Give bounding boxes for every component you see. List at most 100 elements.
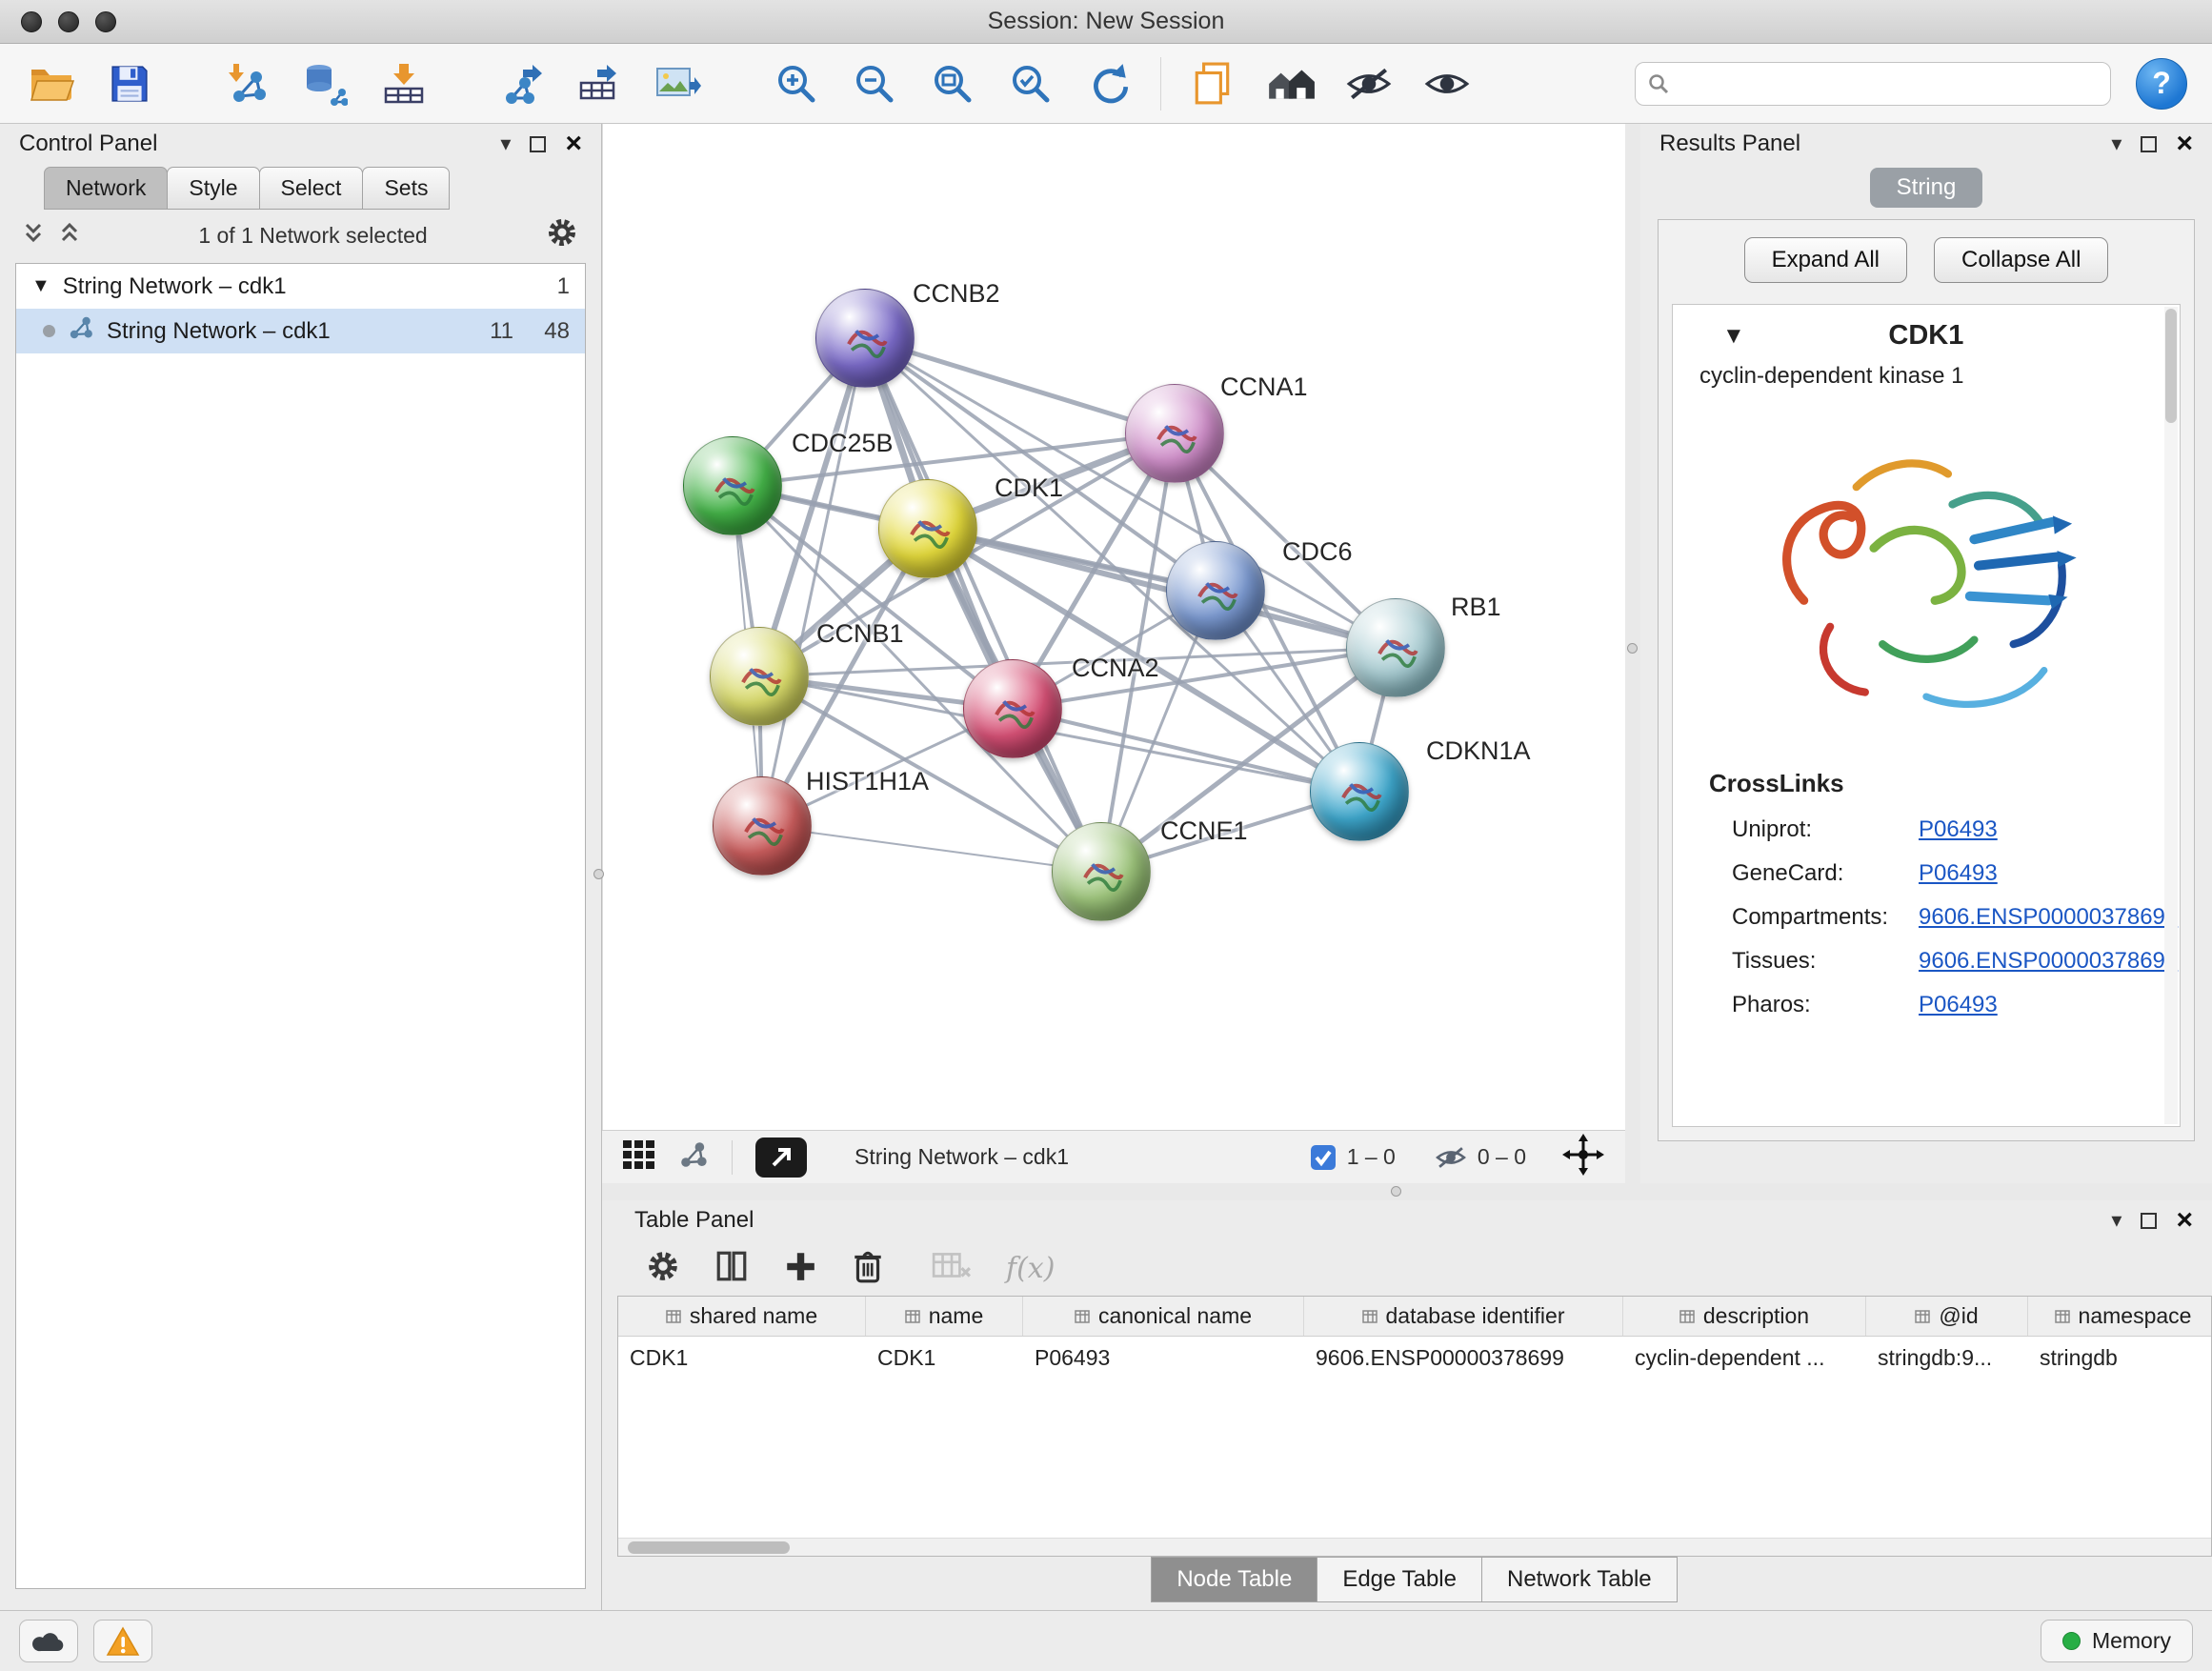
tab-select[interactable]: Select xyxy=(259,167,364,210)
import-table-button[interactable] xyxy=(377,56,431,111)
table-settings-gear-icon[interactable] xyxy=(646,1249,680,1288)
network-node-cdc6[interactable] xyxy=(1166,541,1265,640)
show-columns-icon[interactable] xyxy=(714,1249,749,1288)
network-node-ccna2[interactable] xyxy=(963,659,1062,758)
network-edge[interactable] xyxy=(762,338,865,826)
zoom-fit-button[interactable] xyxy=(926,56,979,111)
network-node-ccna1[interactable] xyxy=(1125,384,1224,483)
network-node-ccne1[interactable] xyxy=(1052,822,1151,921)
help-button[interactable]: ? xyxy=(2136,58,2187,110)
column-header-description[interactable]: description xyxy=(1623,1297,1866,1336)
maximize-window-button[interactable] xyxy=(95,11,116,32)
collection-expand-icon[interactable]: ▼ xyxy=(31,275,50,297)
table-cell[interactable]: 9606.ENSP00000378699 xyxy=(1304,1337,1623,1379)
cloud-button[interactable] xyxy=(19,1620,78,1662)
network-options-gear-icon[interactable] xyxy=(546,216,578,254)
warnings-button[interactable] xyxy=(93,1620,152,1662)
maximize-panel-icon[interactable] xyxy=(530,136,546,152)
expand-all-icon[interactable] xyxy=(59,220,80,251)
genecard-link[interactable]: P06493 xyxy=(1919,860,1998,887)
search-field[interactable] xyxy=(1635,62,2111,106)
close-window-button[interactable] xyxy=(21,11,42,32)
network-node-hist1h1a[interactable] xyxy=(713,776,812,876)
close-table-icon[interactable]: × xyxy=(2176,1206,2193,1235)
network-share-icon[interactable] xyxy=(678,1139,709,1176)
copy-document-button[interactable] xyxy=(1186,56,1239,111)
import-network-database-button[interactable] xyxy=(299,56,352,111)
uniprot-link[interactable]: P06493 xyxy=(1919,816,1998,843)
column-header-name[interactable]: name xyxy=(866,1297,1023,1336)
tab-edge-table[interactable]: Edge Table xyxy=(1317,1557,1482,1602)
table-cell[interactable]: stringdb xyxy=(2028,1337,2212,1379)
export-table-button[interactable] xyxy=(573,56,627,111)
float-results-icon[interactable]: ▾ xyxy=(2111,131,2122,156)
compartments-link[interactable]: 9606.ENSP00000378699 xyxy=(1919,904,2178,931)
table-cell[interactable]: P06493 xyxy=(1023,1337,1304,1379)
vertical-splitter[interactable] xyxy=(1625,124,1640,1183)
export-image-button[interactable] xyxy=(652,56,705,111)
maximize-results-icon[interactable] xyxy=(2141,136,2157,152)
close-panel-icon[interactable]: × xyxy=(565,130,582,158)
network-node-ccnb2[interactable] xyxy=(815,289,915,388)
minimize-window-button[interactable] xyxy=(58,11,79,32)
scrollbar-thumb[interactable] xyxy=(628,1541,790,1554)
search-input[interactable] xyxy=(1678,70,2099,97)
home-button[interactable] xyxy=(1264,56,1317,111)
table-row[interactable]: CDK1 CDK1 P06493 9606.ENSP00000378699 cy… xyxy=(618,1337,2211,1379)
column-header-namespace[interactable]: namespace xyxy=(2028,1297,2212,1336)
birdseye-grid-icon[interactable] xyxy=(623,1140,655,1175)
function-builder-icon[interactable]: f(x) xyxy=(1006,1252,1055,1285)
tab-sets[interactable]: Sets xyxy=(362,167,450,210)
collapse-all-button[interactable]: Collapse All xyxy=(1934,237,2108,283)
show-annotations-button[interactable] xyxy=(1420,56,1474,111)
tab-network[interactable]: Network xyxy=(44,167,168,210)
zoom-in-button[interactable] xyxy=(770,56,823,111)
pharos-link[interactable]: P06493 xyxy=(1919,992,1998,1018)
network-node-cdk1[interactable] xyxy=(878,479,977,578)
column-header-shared-name[interactable]: shared name xyxy=(618,1297,866,1336)
column-header-database-identifier[interactable]: database identifier xyxy=(1304,1297,1623,1336)
expand-all-button[interactable]: Expand All xyxy=(1744,237,1907,283)
collapse-all-icon[interactable] xyxy=(23,220,44,251)
memory-button[interactable]: Memory xyxy=(2041,1620,2193,1662)
network-row[interactable]: String Network – cdk1 11 48 xyxy=(16,309,585,353)
table-horizontal-scrollbar[interactable] xyxy=(618,1538,2211,1556)
table-cell[interactable]: CDK1 xyxy=(618,1337,866,1379)
tissues-link[interactable]: 9606.ENSP00000378699 xyxy=(1919,948,2178,975)
open-session-button[interactable] xyxy=(25,56,78,111)
annotation-mode-button[interactable] xyxy=(755,1137,807,1178)
zoom-selected-button[interactable] xyxy=(1004,56,1057,111)
float-panel-icon[interactable]: ▾ xyxy=(500,131,511,156)
network-node-cdkn1a[interactable] xyxy=(1310,742,1409,841)
table-cell[interactable]: stringdb:9... xyxy=(1866,1337,2028,1379)
zoom-out-button[interactable] xyxy=(848,56,901,111)
column-header-id[interactable]: @id xyxy=(1866,1297,2028,1336)
network-collection-row[interactable]: ▼ String Network – cdk1 1 xyxy=(16,264,585,309)
network-node-cdc25b[interactable] xyxy=(683,436,782,535)
checkbox-icon[interactable] xyxy=(1309,1143,1337,1172)
pan-crosshair-icon[interactable] xyxy=(1562,1134,1604,1181)
import-network-file-button[interactable] xyxy=(221,56,274,111)
network-node-ccnb1[interactable] xyxy=(710,627,809,726)
apply-preferred-layout-button[interactable] xyxy=(1082,56,1136,111)
results-scrollbar[interactable] xyxy=(2164,307,2178,1124)
protein-collapse-icon[interactable]: ▼ xyxy=(1722,323,1745,350)
table-cell[interactable]: cyclin-dependent ... xyxy=(1623,1337,1866,1379)
delete-column-trash-icon[interactable] xyxy=(852,1248,884,1289)
close-results-icon[interactable]: × xyxy=(2176,130,2193,158)
save-session-button[interactable] xyxy=(103,56,156,111)
network-canvas[interactable]: CCNB2CCNA1CDC25BCDK1CDC6RB1CCNB1CCNA2CDK… xyxy=(602,124,1625,1130)
results-tab-string[interactable]: String xyxy=(1870,168,1983,208)
control-panel-splitter-handle[interactable] xyxy=(593,869,604,879)
add-column-icon[interactable] xyxy=(783,1249,817,1288)
network-node-rb1[interactable] xyxy=(1346,598,1445,697)
hide-annotations-button[interactable] xyxy=(1342,56,1396,111)
tab-network-table[interactable]: Network Table xyxy=(1481,1557,1678,1602)
float-table-icon[interactable]: ▾ xyxy=(2111,1208,2122,1233)
export-network-button[interactable] xyxy=(495,56,549,111)
maximize-table-icon[interactable] xyxy=(2141,1213,2157,1229)
hidden-eye-icon[interactable] xyxy=(1434,1144,1468,1171)
column-header-canonical-name[interactable]: canonical name xyxy=(1023,1297,1304,1336)
tab-style[interactable]: Style xyxy=(167,167,259,210)
tab-node-table[interactable]: Node Table xyxy=(1151,1557,1317,1602)
